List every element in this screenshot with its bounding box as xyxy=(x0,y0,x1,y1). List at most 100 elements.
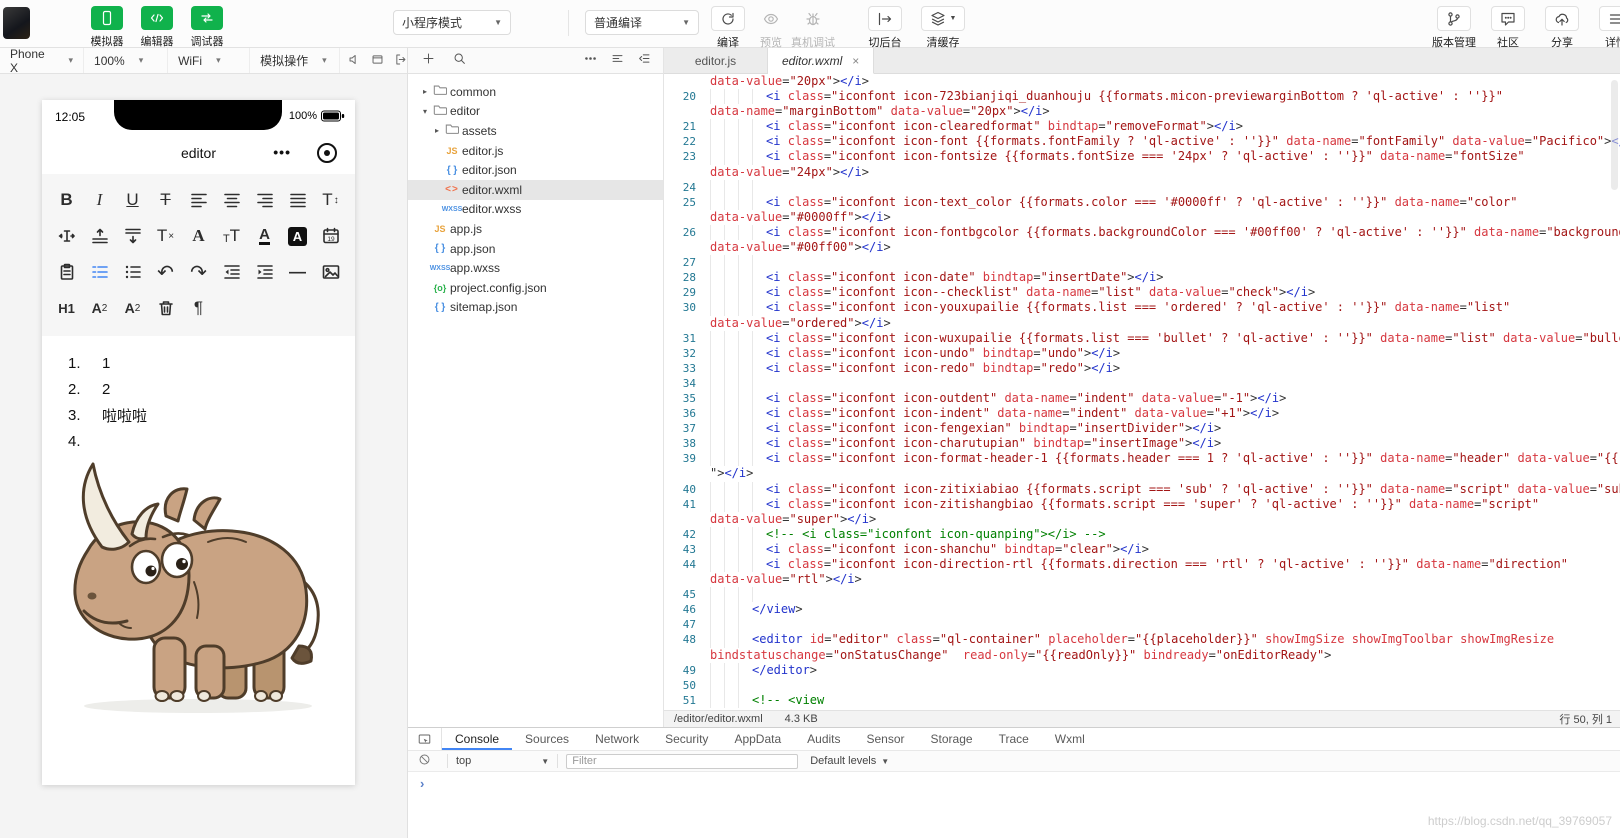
simulate-action-select[interactable]: 模拟操作▾ xyxy=(250,48,340,73)
editor-tool-list-ordered[interactable] xyxy=(83,254,116,290)
close-capsule-icon[interactable] xyxy=(317,143,337,163)
editor-tool-align-justify[interactable] xyxy=(281,182,314,218)
simulator-mode-button[interactable]: 模拟器 xyxy=(85,6,129,49)
editor-tool-list-bullet[interactable] xyxy=(116,254,149,290)
editor-tool-superscript[interactable]: A2 xyxy=(116,290,149,326)
debugger-tab-wxml[interactable]: Wxml xyxy=(1042,728,1098,750)
mode-select[interactable]: 小程序模式 ▼ xyxy=(393,10,511,35)
editor-tool-subscript[interactable]: A2 xyxy=(83,290,116,326)
device-select[interactable]: Phone X▾ xyxy=(0,48,84,73)
code-line: 49</editor> xyxy=(664,663,1620,678)
debugger-tab-network[interactable]: Network xyxy=(582,728,652,750)
clear-console-icon[interactable] xyxy=(418,753,431,769)
details-button[interactable]: 详情 xyxy=(1590,6,1620,50)
line-number: 51 xyxy=(664,693,710,708)
tree-item-editor.js[interactable]: JSeditor.js xyxy=(408,141,663,161)
editor-tool-letter-spacing[interactable] xyxy=(50,218,83,254)
editor-tool-background-color[interactable]: A xyxy=(281,218,314,254)
editor-tool-bold[interactable]: B xyxy=(50,182,83,218)
editor-tool-direction-rtl[interactable]: ¶ xyxy=(182,290,215,326)
editor-tool-redo[interactable]: ↷ xyxy=(182,254,215,290)
tree-item-app.json[interactable]: { }app.json xyxy=(408,239,663,259)
editor-tool-line-height[interactable]: T↕ xyxy=(314,182,347,218)
exit-icon[interactable] xyxy=(394,53,407,69)
tab-editor.js[interactable]: editor.js xyxy=(664,48,768,74)
line-number: 47 xyxy=(664,617,710,632)
tree-item-assets[interactable]: ▸assets xyxy=(408,121,663,141)
editor-tool-clipboard[interactable] xyxy=(50,254,83,290)
editor-tool-align-center[interactable] xyxy=(215,182,248,218)
zoom-select[interactable]: 100%▾ xyxy=(84,48,168,73)
tree-item-app.js[interactable]: JSapp.js xyxy=(408,219,663,239)
editor-tool-clear-format[interactable]: T× xyxy=(149,218,182,254)
code-scrollbar[interactable] xyxy=(1611,80,1618,190)
code-line: 34 xyxy=(664,376,1620,391)
network-select[interactable]: WiFi▾ xyxy=(168,48,250,73)
editor-tool-margin-top[interactable] xyxy=(83,218,116,254)
debugger-tab-sensor[interactable]: Sensor xyxy=(854,728,918,750)
tree-item-editor.wxml[interactable]: <>editor.wxml xyxy=(408,180,663,200)
editor-tool-indent[interactable] xyxy=(248,254,281,290)
tree-item-editor[interactable]: ▾editor xyxy=(408,102,663,122)
add-file-icon[interactable] xyxy=(422,52,435,70)
editor-tool-header-h1[interactable]: H1 xyxy=(50,290,83,326)
compile-button[interactable]: 编译 xyxy=(705,6,751,50)
tree-item-editor.wxss[interactable]: WXSSeditor.wxss xyxy=(408,200,663,220)
version-control-button[interactable]: 版本管理 xyxy=(1428,6,1480,50)
battery-percent: 100% xyxy=(289,110,317,122)
debugger-tab-trace[interactable]: Trace xyxy=(986,728,1042,750)
editor-mode-button[interactable]: 编辑器 xyxy=(135,6,179,49)
inspect-element-icon[interactable] xyxy=(408,728,442,750)
search-icon[interactable] xyxy=(453,52,466,70)
editor-tool-insert-date[interactable]: 19 xyxy=(314,218,347,254)
editor-tool-font-size[interactable]: TT xyxy=(215,218,248,254)
debugger-tab-appdata[interactable]: AppData xyxy=(721,728,794,750)
editor-tool-delete[interactable] xyxy=(149,290,182,326)
debugger-tab-sources[interactable]: Sources xyxy=(512,728,582,750)
preview-button[interactable]: 预览 xyxy=(748,6,794,50)
remote-debug-button[interactable]: 真机调试 xyxy=(790,6,836,50)
open-files-icon[interactable] xyxy=(611,52,624,70)
user-avatar[interactable] xyxy=(3,7,30,39)
console-output[interactable]: › https://blog.csdn.net/qq_39769057 xyxy=(408,772,1620,838)
tree-item-common[interactable]: ▸common xyxy=(408,82,663,102)
community-button[interactable]: 社区 xyxy=(1482,6,1534,50)
editor-tool-divider[interactable]: — xyxy=(281,254,314,290)
switch-background-button[interactable]: 切后台 xyxy=(862,6,908,50)
code-editor[interactable]: data-value="20px"></i>20<i class="iconfo… xyxy=(664,74,1620,710)
debugger-mode-button[interactable]: 调试器 xyxy=(185,6,229,49)
window-icon[interactable] xyxy=(371,53,384,69)
editor-tool-strike[interactable]: T xyxy=(149,182,182,218)
tree-item-app.wxss[interactable]: WXSSapp.wxss xyxy=(408,258,663,278)
menu-dots-icon[interactable]: ••• xyxy=(273,144,291,160)
editor-tool-align-right[interactable] xyxy=(248,182,281,218)
editor-tool-underline[interactable]: U xyxy=(116,182,149,218)
debugger-tab-storage[interactable]: Storage xyxy=(918,728,986,750)
editor-tool-insert-image[interactable] xyxy=(314,254,347,290)
editor-tool-text-color[interactable]: A xyxy=(248,218,281,254)
console-filter-input[interactable] xyxy=(566,754,798,769)
debugger-tab-audits[interactable]: Audits xyxy=(794,728,853,750)
log-levels-select[interactable]: Default levels ▼ xyxy=(810,755,889,767)
tree-item-project.config.json[interactable]: {o}project.config.json xyxy=(408,278,663,298)
debugger-tab-console[interactable]: Console xyxy=(442,728,512,750)
collapse-panel-icon[interactable] xyxy=(638,52,651,70)
editor-tool-margin-bottom[interactable] xyxy=(116,218,149,254)
tree-item-editor.json[interactable]: { }editor.json xyxy=(408,160,663,180)
editor-tool-italic[interactable]: I xyxy=(83,182,116,218)
rich-editor-content[interactable]: 1.12.23.啦啦啦4. xyxy=(42,336,355,783)
tree-item-sitemap.json[interactable]: { }sitemap.json xyxy=(408,298,663,318)
debugger-tab-security[interactable]: Security xyxy=(652,728,721,750)
share-button[interactable]: 分享 xyxy=(1536,6,1588,50)
tab-editor.wxml[interactable]: editor.wxml× xyxy=(768,48,874,74)
editor-tool-align-left[interactable] xyxy=(182,182,215,218)
more-icon[interactable] xyxy=(584,52,597,70)
close-tab-icon[interactable]: × xyxy=(852,54,859,68)
editor-tool-outdent[interactable] xyxy=(215,254,248,290)
editor-tool-font-family[interactable]: A xyxy=(182,218,215,254)
editor-tool-undo[interactable]: ↶ xyxy=(149,254,182,290)
clear-cache-button[interactable]: ▼清缓存 xyxy=(920,6,966,50)
console-context-select[interactable]: top ▼ xyxy=(456,755,549,767)
mute-icon[interactable] xyxy=(348,53,361,69)
compile-mode-select[interactable]: 普通编译 ▼ xyxy=(585,10,699,35)
